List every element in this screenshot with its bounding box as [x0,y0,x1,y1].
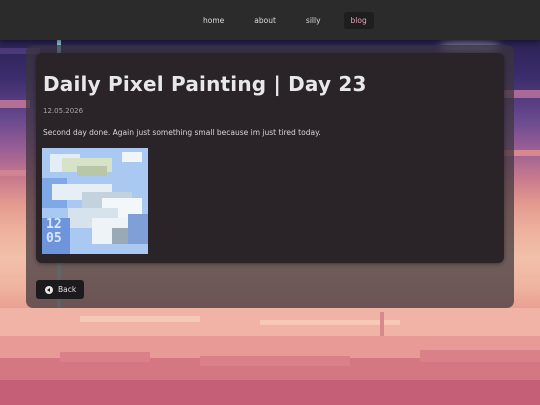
ground-layer [0,380,540,405]
horizon-cloud [260,320,400,325]
post-body: Second day done. Again just something sm… [43,128,321,137]
paint-block [77,166,107,176]
painting-date-text: 12 05 [46,217,62,246]
post-card: Daily Pixel Painting | Day 23 12.05.2026… [36,53,504,263]
ground-bump [420,350,540,362]
post-date: 12.05.2026 [43,107,84,115]
cloud-streak [0,170,26,176]
arrow-left-circle-icon [45,285,53,294]
back-button[interactable]: Back [36,280,84,299]
paint-block [128,214,148,244]
nav-item-silly[interactable]: silly [299,12,328,29]
ground-bump [60,352,150,362]
nav-item-blog[interactable]: blog [343,12,374,29]
ground-bump [200,356,350,366]
nav-item-about[interactable]: about [247,12,283,29]
top-navbar: home about silly blog [0,0,540,40]
nav-item-home[interactable]: home [196,12,231,29]
paint-block [122,152,142,162]
horizon-cloud [80,316,200,322]
post-title: Daily Pixel Painting | Day 23 [43,72,367,96]
nav-menu: home about silly blog [196,12,374,29]
pixel-painting-image: 12 05 [42,148,148,254]
back-button-label: Back [58,285,77,294]
